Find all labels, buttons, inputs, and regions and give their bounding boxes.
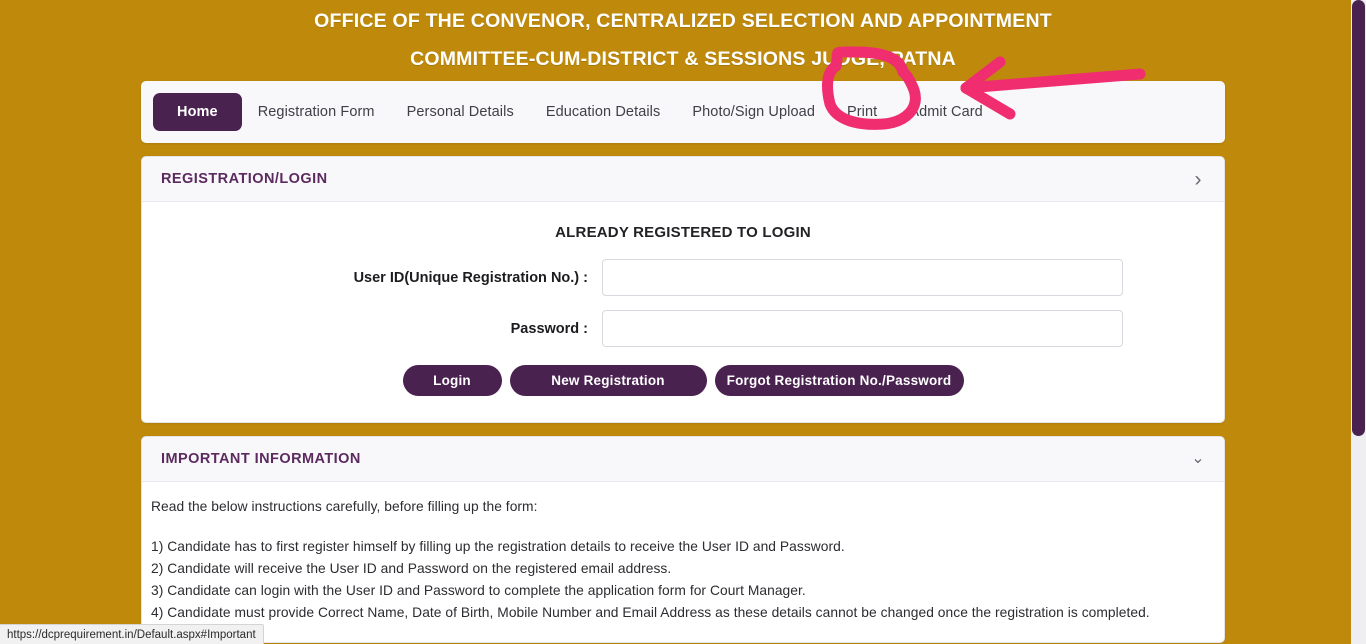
nav-item-home[interactable]: Home bbox=[153, 93, 242, 131]
user-id-label: User ID(Unique Registration No.) : bbox=[353, 269, 588, 286]
password-row: Password : bbox=[142, 310, 1224, 347]
nav-item-photo-sign-upload[interactable]: Photo/Sign Upload bbox=[676, 94, 831, 130]
chevron-right-icon[interactable] bbox=[1191, 169, 1205, 190]
registration-login-panel: REGISTRATION/LOGIN ALREADY REGISTERED TO… bbox=[141, 156, 1225, 423]
page-container: Home Registration Form Personal Details … bbox=[141, 81, 1225, 644]
password-input[interactable] bbox=[602, 310, 1123, 347]
nav-item-registration-form[interactable]: Registration Form bbox=[242, 94, 391, 130]
nav-item-education-details[interactable]: Education Details bbox=[530, 94, 677, 130]
status-bar-url: https://dcprequirement.in/Default.aspx#I… bbox=[7, 628, 256, 641]
instruction-item-4: 4) Candidate must provide Correct Name, … bbox=[151, 605, 1150, 620]
user-id-input[interactable] bbox=[602, 259, 1123, 296]
banner-line-1: OFFICE OF THE CONVENOR, CENTRALIZED SELE… bbox=[314, 10, 1052, 32]
forgot-credentials-button[interactable]: Forgot Registration No./Password bbox=[714, 365, 964, 396]
instruction-item-3: 3) Candidate can login with the User ID … bbox=[151, 583, 806, 598]
important-information-panel-header[interactable]: IMPORTANT INFORMATION bbox=[142, 437, 1224, 482]
important-information-panel: IMPORTANT INFORMATION Read the below ins… bbox=[141, 436, 1225, 643]
user-id-row: User ID(Unique Registration No.) : bbox=[142, 259, 1224, 296]
nav-item-admit-card[interactable]: Admit Card bbox=[893, 94, 999, 130]
new-registration-button[interactable]: New Registration bbox=[509, 365, 707, 396]
registration-login-body: ALREADY REGISTERED TO LOGIN User ID(Uniq… bbox=[142, 202, 1224, 422]
instructions-intro: Read the below instructions carefully, b… bbox=[151, 499, 538, 514]
site-banner: OFFICE OF THE CONVENOR, CENTRALIZED SELE… bbox=[0, 0, 1366, 78]
registration-login-title: REGISTRATION/LOGIN bbox=[161, 171, 328, 187]
login-heading: ALREADY REGISTERED TO LOGIN bbox=[555, 224, 811, 241]
page-scrollbar-track[interactable] bbox=[1351, 0, 1366, 644]
registration-login-panel-header[interactable]: REGISTRATION/LOGIN bbox=[142, 157, 1224, 202]
important-information-body: Read the below instructions carefully, b… bbox=[142, 482, 1224, 642]
nav-item-print[interactable]: Print bbox=[831, 94, 893, 130]
password-label: Password : bbox=[510, 320, 588, 337]
page-scrollbar-thumb[interactable] bbox=[1352, 0, 1365, 436]
instruction-item-1: 1) Candidate has to first register himse… bbox=[151, 539, 845, 554]
instruction-item-2: 2) Candidate will receive the User ID an… bbox=[151, 561, 672, 576]
important-information-title: IMPORTANT INFORMATION bbox=[161, 451, 361, 467]
main-navigation: Home Registration Form Personal Details … bbox=[141, 81, 1225, 143]
login-button-row: Login New Registration Forgot Registrati… bbox=[142, 365, 1224, 396]
login-button[interactable]: Login bbox=[402, 365, 502, 396]
chevron-down-icon[interactable] bbox=[1191, 451, 1205, 467]
browser-status-bar: https://dcprequirement.in/Default.aspx#I… bbox=[0, 624, 264, 644]
nav-item-personal-details[interactable]: Personal Details bbox=[391, 94, 530, 130]
banner-line-2: COMMITTEE-CUM-DISTRICT & SESSIONS JUDGE,… bbox=[410, 48, 956, 70]
